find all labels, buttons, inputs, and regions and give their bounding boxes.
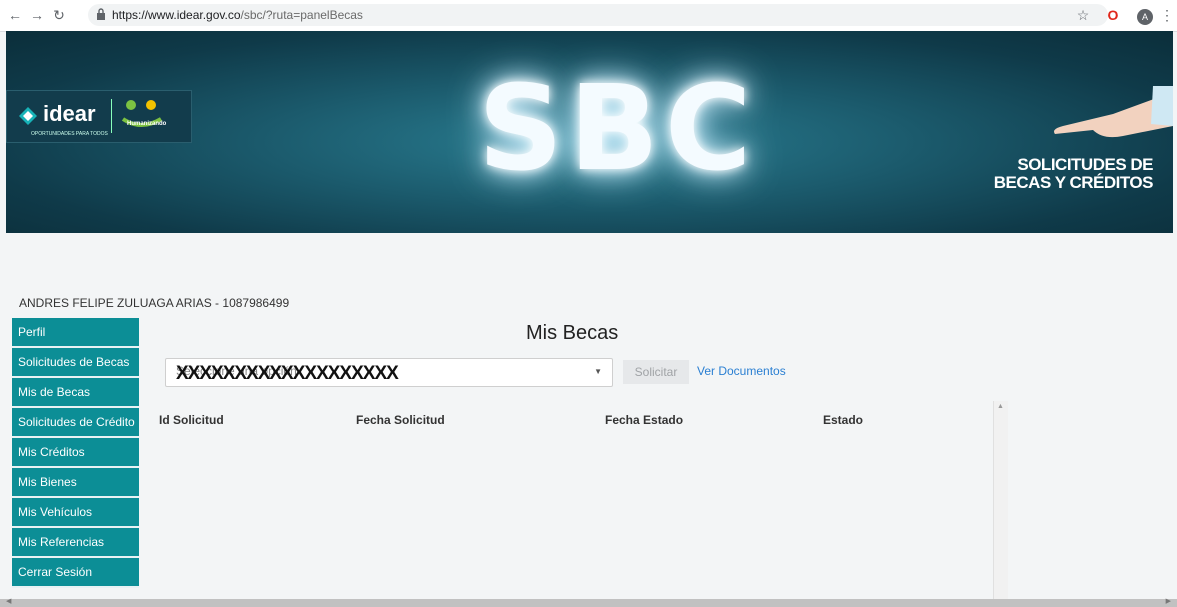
solicitar-button[interactable]: Solicitar (623, 360, 689, 384)
ver-documentos-link[interactable]: Ver Documentos (697, 364, 786, 378)
column-header-id-solicitud: Id Solicitud (159, 413, 224, 427)
sidebar-item-mis-becas[interactable]: Mis de Becas (12, 378, 139, 408)
scroll-left-icon[interactable]: ◀ (6, 597, 11, 605)
page-horizontal-scrollbar[interactable]: ◀ ▶ (0, 597, 1177, 607)
column-header-fecha-estado: Fecha Estado (605, 413, 684, 427)
sidebar-item-cerrar-sesion[interactable]: Cerrar Sesión (12, 558, 139, 588)
opera-icon[interactable]: O (1104, 6, 1122, 24)
reload-icon[interactable]: ↻ (50, 6, 68, 24)
menu-icon[interactable]: ⋮ (1158, 6, 1176, 24)
address-bar[interactable]: https://www.idear.gov.co/sbc/?ruta=panel… (88, 4, 1108, 26)
logo-subtitle: OPORTUNIDADES PARA TODOS (31, 131, 108, 137)
select-redacted-value: XXXXXXXXXXXXXXXXXXX (176, 363, 399, 384)
star-icon[interactable]: ☆ (1074, 6, 1092, 24)
user-info: ANDRES FELIPE ZULUAGA ARIAS - 1087986499 (19, 296, 290, 310)
sidebar-item-mis-vehiculos[interactable]: Mis Vehículos (12, 498, 139, 528)
logo-divider (111, 99, 112, 133)
pointing-hand-image (1054, 86, 1173, 138)
sidebar-item-solicitudes-credito[interactable]: Solicitudes de Crédito (12, 408, 139, 438)
sidebar-item-perfil[interactable]: Perfil (12, 318, 139, 348)
lock-icon (97, 8, 105, 20)
forward-icon[interactable]: → (28, 6, 46, 24)
url-text: https://www.idear.gov.co/sbc/?ruta=panel… (112, 8, 363, 22)
sidebar-item-solicitudes-becas[interactable]: Solicitudes de Becas (12, 348, 139, 378)
scroll-up-icon[interactable]: ▲ (997, 403, 1004, 410)
banner-subtitle-line1: SOLICITUDES DE (1017, 155, 1153, 174)
sidebar-item-mis-creditos[interactable]: Mis Créditos (12, 438, 139, 468)
column-header-estado: Estado (823, 413, 864, 427)
solicitudes-table: Id Solicitud Fecha Solicitud Fecha Estad… (148, 401, 993, 599)
profile-avatar[interactable]: A (1136, 6, 1154, 25)
partner-logo-text: Humanizando (127, 121, 167, 127)
banner-subtitle-line2: BECAS Y CRÉDITOS (993, 173, 1154, 192)
page-title: Mis Becas (526, 322, 619, 344)
column-header-fecha-solicitud: Fecha Solicitud (356, 413, 445, 427)
banner-subtitle: SOLICITUDES DE BECAS Y CRÉDITOS (993, 155, 1154, 192)
sidebar-menu: Perfil Solicitudes de Becas Mis de Becas… (12, 318, 139, 588)
table-vertical-scrollbar[interactable]: ▲ (993, 401, 1008, 599)
browser-toolbar: ← → ↻ https://www.idear.gov.co/sbc/?ruta… (0, 0, 1177, 32)
header-banner: idear OPORTUNIDADES PARA TODOS Humanizan… (6, 31, 1173, 233)
idear-logo-icon (19, 107, 37, 125)
idear-logo[interactable]: idear OPORTUNIDADES PARA TODOS Humanizan… (6, 90, 192, 143)
scroll-right-icon[interactable]: ▶ (1166, 597, 1171, 605)
dropdown-arrow-icon: ▼ (594, 367, 602, 376)
sbc-neon-title: SBC (478, 59, 758, 197)
beca-select[interactable]: Seleccione una opción XXXXXXXXXXXXXXXXXX… (165, 358, 613, 387)
logo-text: idear (43, 101, 96, 126)
sidebar-item-mis-referencias[interactable]: Mis Referencias (12, 528, 139, 558)
sidebar-item-mis-bienes[interactable]: Mis Bienes (12, 468, 139, 498)
back-icon[interactable]: ← (6, 6, 24, 24)
humanizando-logo-icon (121, 100, 163, 127)
